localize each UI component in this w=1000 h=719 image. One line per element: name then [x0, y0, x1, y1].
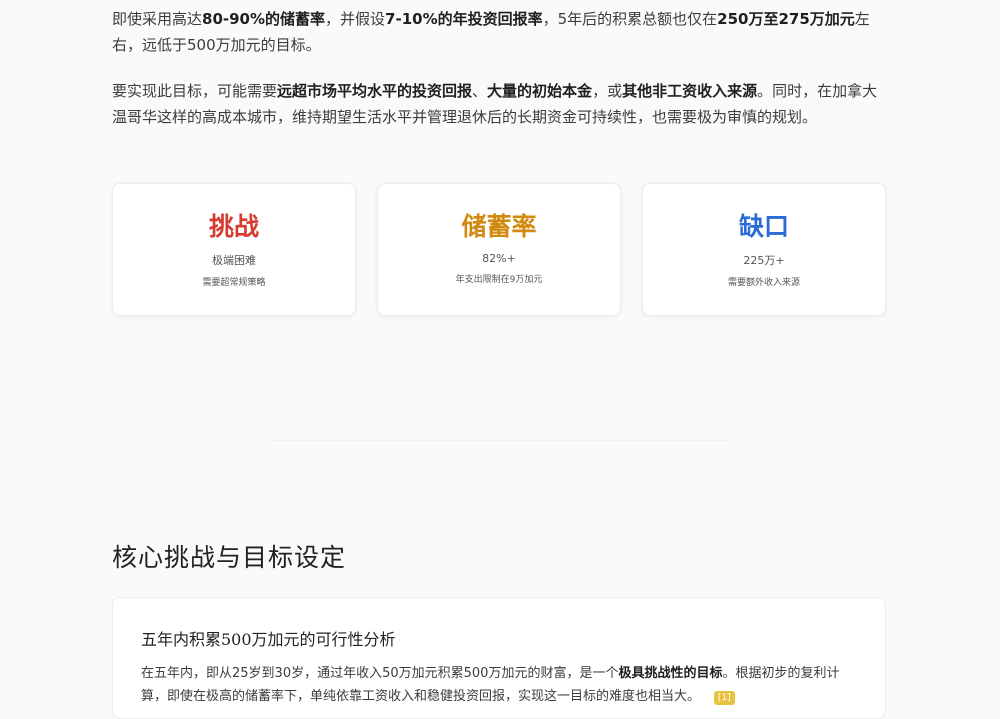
stat-card-gap: 缺口 225万+ 需要额外收入来源	[642, 183, 886, 316]
text: 要实现此目标，可能需要	[112, 82, 278, 100]
text: ，或	[592, 82, 623, 100]
card-note: 需要超常规策略	[202, 278, 266, 288]
intro-paragraph-1: 即使采用高达80-90%的储蓄率，并假设7-10%的年投资回报率，5年后的积累总…	[112, 6, 892, 58]
panel-paragraph: 在五年内，即从25岁到30岁，通过年收入50万加元积累500万加元的财富，是一个…	[141, 662, 861, 708]
analysis-panel: 五年内积累500万加元的可行性分析 在五年内，即从25岁到30岁，通过年收入50…	[112, 597, 886, 719]
card-title: 缺口	[738, 212, 789, 241]
card-note: 年支出限制在9万加元	[455, 275, 543, 285]
card-value: 225万+	[743, 254, 785, 267]
stat-cards: 挑战 极端困难 需要超常规策略 储蓄率 82%+ 年支出限制在9万加元 缺口 2…	[112, 183, 886, 316]
text: 、	[472, 82, 488, 100]
card-value: 82%+	[482, 252, 516, 265]
emphasis: 远超市场平均水平的投资回报	[277, 82, 473, 100]
emphasis: 250万至275万加元	[717, 10, 855, 28]
panel-title: 五年内积累500万加元的可行性分析	[141, 630, 396, 649]
emphasis: 大量的初始本金	[487, 82, 593, 100]
citation-badge[interactable]: [1]	[714, 691, 735, 705]
card-title: 储蓄率	[461, 212, 537, 241]
emphasis: 极具挑战性的目标	[618, 666, 723, 681]
emphasis: 80-90%的储蓄率	[202, 10, 326, 28]
page: 即使采用高达80-90%的储蓄率，并假设7-10%的年投资回报率，5年后的积累总…	[0, 0, 1000, 719]
card-title: 挑战	[208, 212, 259, 241]
section-heading: 核心挑战与目标设定	[112, 543, 347, 572]
text: 即使采用高达	[112, 10, 203, 28]
emphasis: 其他非工资收入来源	[622, 82, 758, 100]
stat-card-savings-rate: 储蓄率 82%+ 年支出限制在9万加元	[377, 183, 621, 316]
emphasis: 7-10%的年投资回报率	[385, 10, 543, 28]
intro-paragraph-2: 要实现此目标，可能需要远超市场平均水平的投资回报、大量的初始本金，或其他非工资收…	[112, 78, 892, 130]
text: 在五年内，即从25岁到30岁，通过年收入50万加元积累500万加元的财富，是一个	[141, 666, 619, 681]
text: ，并假设	[325, 10, 386, 28]
text: ，5年后的积累总额也仅在	[542, 10, 718, 28]
card-note: 需要额外收入来源	[727, 278, 800, 288]
stat-card-challenge: 挑战 极端困难 需要超常规策略	[112, 183, 356, 316]
card-value: 极端困难	[212, 254, 256, 267]
section-divider	[270, 440, 730, 441]
